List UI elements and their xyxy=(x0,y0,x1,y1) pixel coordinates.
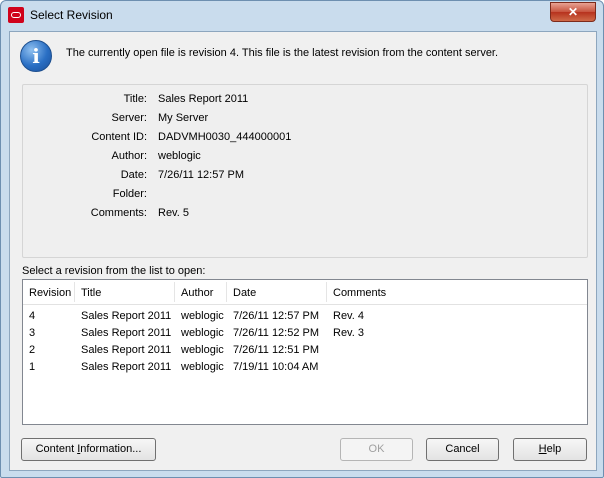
revision-details-panel: Title: Sales Report 2011 Server: My Serv… xyxy=(22,84,588,258)
detail-value: DADVMH0030_444000001 xyxy=(158,131,292,143)
cell-author: weblogic xyxy=(181,310,224,322)
oracle-logo-icon xyxy=(8,7,24,23)
detail-label: Content ID: xyxy=(91,131,147,143)
detail-author: Author: weblogic xyxy=(23,150,583,164)
detail-server: Server: My Server xyxy=(23,112,583,126)
detail-comments: Comments: Rev. 5 xyxy=(23,207,583,221)
detail-label: Folder: xyxy=(112,188,147,200)
revision-message: The currently open file is revision 4. T… xyxy=(66,47,499,59)
info-icon: i xyxy=(20,40,52,72)
cell-comments: Rev. 4 xyxy=(333,310,364,322)
cell-revision: 1 xyxy=(29,361,36,373)
cell-author: weblogic xyxy=(181,327,224,339)
cell-date: 7/26/11 12:57 PM xyxy=(233,310,320,322)
column-header-date[interactable]: Date xyxy=(233,287,256,299)
ok-button[interactable]: OK xyxy=(340,438,413,461)
detail-value: Sales Report 2011 xyxy=(158,93,249,105)
detail-label: Title: xyxy=(123,93,147,105)
detail-label: Comments: xyxy=(90,207,147,219)
window-title: Select Revision xyxy=(30,8,113,22)
column-header-revision[interactable]: Revision xyxy=(29,287,71,299)
table-row[interactable]: 2 Sales Report 2011 weblogic 7/26/11 12:… xyxy=(23,342,587,359)
content-information-button[interactable]: Content Information... xyxy=(21,438,156,461)
column-divider[interactable] xyxy=(326,282,327,302)
close-button[interactable]: ✕ xyxy=(550,2,596,22)
detail-folder: Folder: xyxy=(23,188,583,202)
dialog-body: i The currently open file is revision 4.… xyxy=(9,31,597,471)
revision-list-caption: Select a revision from the list to open: xyxy=(22,265,206,277)
column-header-author[interactable]: Author xyxy=(181,287,213,299)
select-revision-dialog: Select Revision ✕ i The currently open f… xyxy=(0,0,604,478)
detail-label: Author: xyxy=(111,150,147,162)
button-label: Content xyxy=(35,443,78,455)
column-divider[interactable] xyxy=(174,282,175,302)
detail-label: Server: xyxy=(111,112,147,124)
cell-title: Sales Report 2011 xyxy=(81,327,172,339)
title-bar[interactable]: Select Revision ✕ xyxy=(1,1,603,31)
detail-value: weblogic xyxy=(158,150,201,162)
detail-value: 7/26/11 12:57 PM xyxy=(158,169,245,181)
help-button[interactable]: Help xyxy=(513,438,587,461)
detail-label: Date: xyxy=(120,169,147,181)
column-header-comments[interactable]: Comments xyxy=(333,287,386,299)
detail-title: Title: Sales Report 2011 xyxy=(23,93,583,107)
cell-date: 7/19/11 10:04 AM xyxy=(233,361,319,373)
cell-title: Sales Report 2011 xyxy=(81,310,172,322)
table-row[interactable]: 4 Sales Report 2011 weblogic 7/26/11 12:… xyxy=(23,308,587,325)
revision-list[interactable]: Revision Title Author Date Comments 4 Sa… xyxy=(22,279,588,425)
cell-author: weblogic xyxy=(181,361,224,373)
button-label: nformation... xyxy=(80,443,142,455)
cell-revision: 4 xyxy=(29,310,36,322)
cell-title: Sales Report 2011 xyxy=(81,361,172,373)
table-row[interactable]: 3 Sales Report 2011 weblogic 7/26/11 12:… xyxy=(23,325,587,342)
table-row[interactable]: 1 Sales Report 2011 weblogic 7/19/11 10:… xyxy=(23,359,587,376)
cell-date: 7/26/11 12:51 PM xyxy=(233,344,320,356)
column-divider[interactable] xyxy=(226,282,227,302)
list-header: Revision Title Author Date Comments xyxy=(23,280,587,305)
cell-revision: 2 xyxy=(29,344,36,356)
detail-content-id: Content ID: DADVMH0030_444000001 xyxy=(23,131,583,145)
detail-date: Date: 7/26/11 12:57 PM xyxy=(23,169,583,183)
column-header-title[interactable]: Title xyxy=(81,287,101,299)
column-divider[interactable] xyxy=(74,282,75,302)
detail-value: Rev. 5 xyxy=(158,207,189,219)
cell-date: 7/26/11 12:52 PM xyxy=(233,327,320,339)
cell-author: weblogic xyxy=(181,344,224,356)
cell-title: Sales Report 2011 xyxy=(81,344,172,356)
detail-value: My Server xyxy=(158,112,209,124)
cell-revision: 3 xyxy=(29,327,36,339)
cell-comments: Rev. 3 xyxy=(333,327,364,339)
mnemonic: H xyxy=(538,443,547,455)
cancel-button[interactable]: Cancel xyxy=(426,438,499,461)
button-label: elp xyxy=(546,443,562,455)
